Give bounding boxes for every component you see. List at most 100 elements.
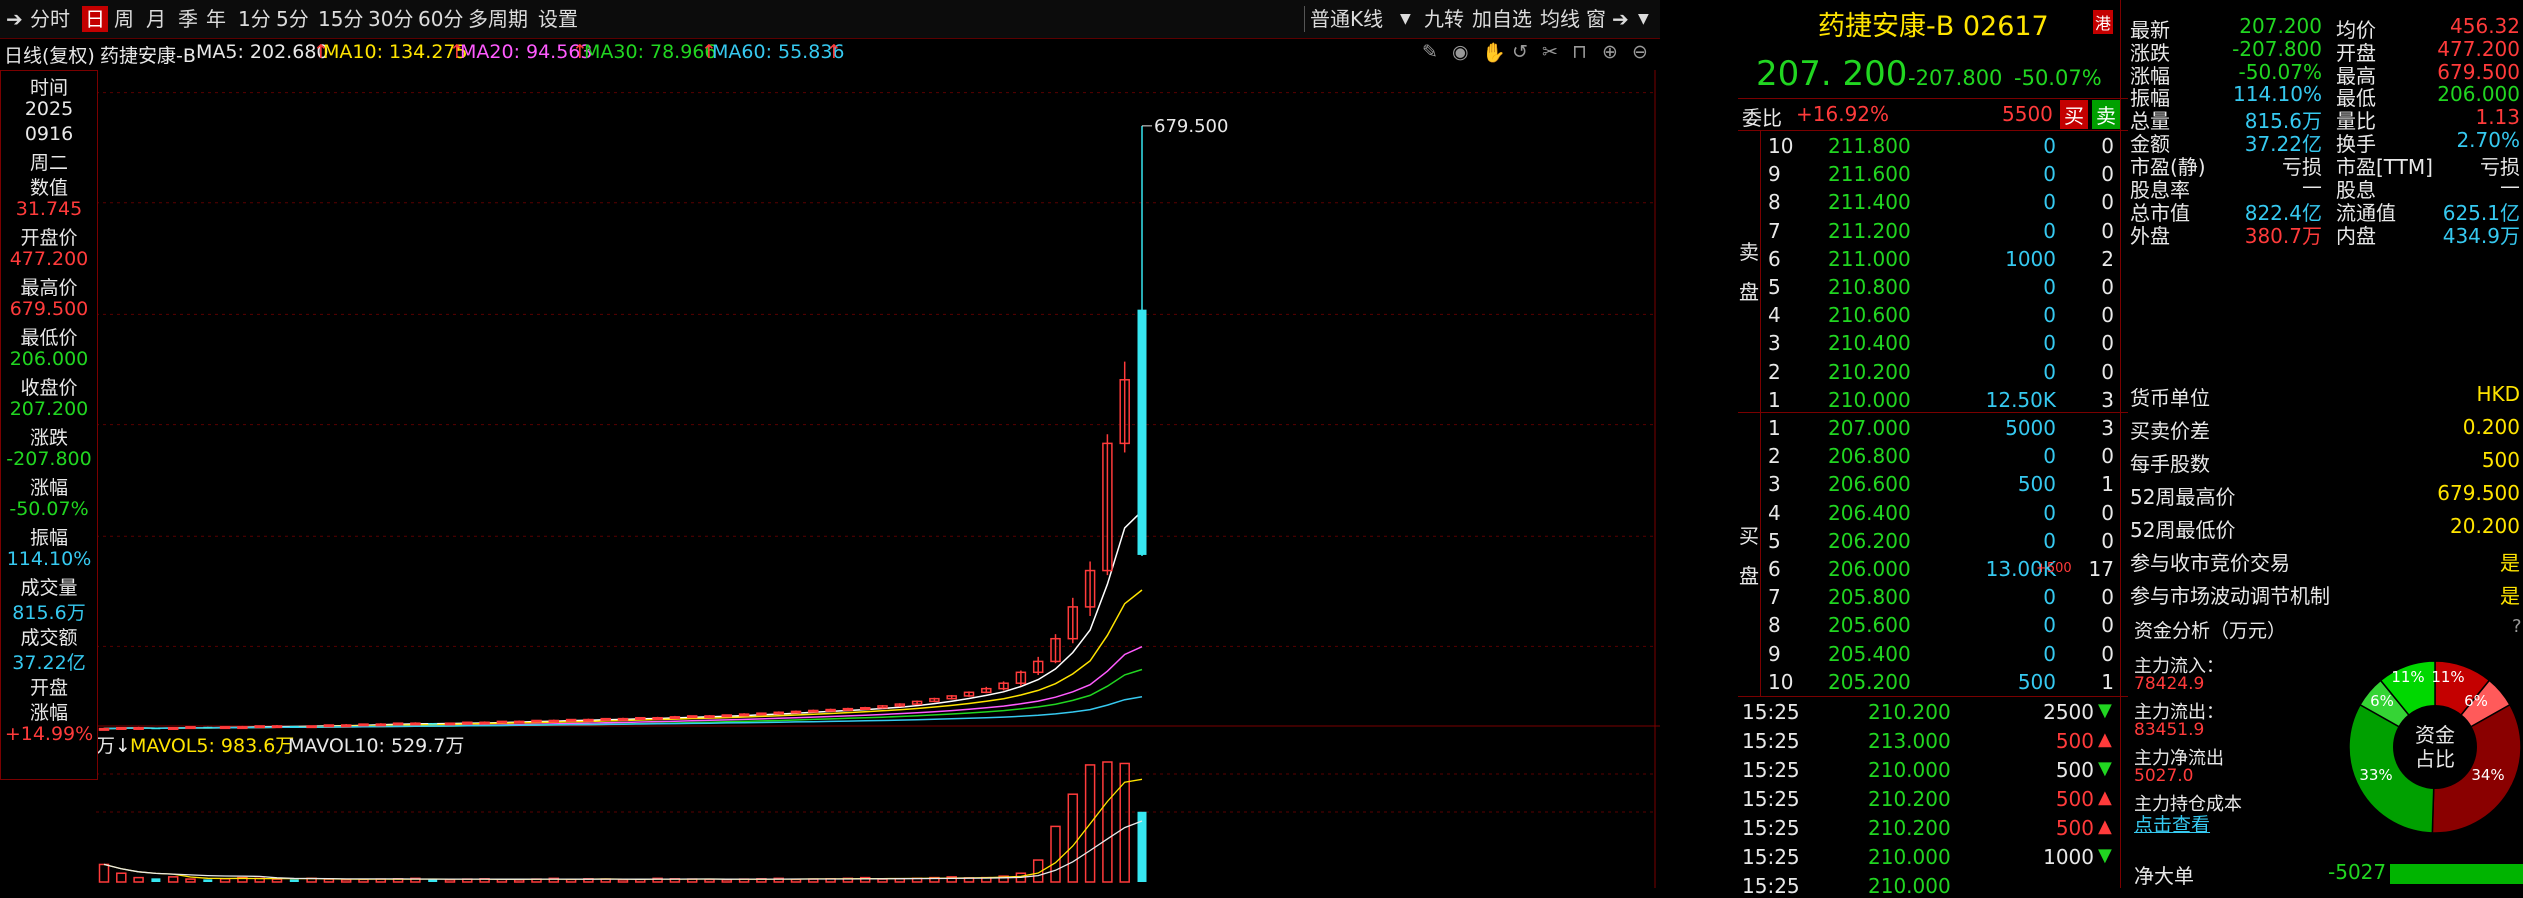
bid-volume: 0: [2043, 500, 2056, 525]
candle-body: [462, 721, 473, 725]
period-tab-9[interactable]: 30分: [368, 6, 413, 32]
ask-price: 210.800: [1828, 275, 1911, 299]
volume-bar: [219, 878, 231, 883]
period-tab-2[interactable]: 周: [114, 6, 134, 32]
hand-icon[interactable]: ✋: [1482, 41, 1506, 64]
ask-price: 211.000: [1828, 246, 1911, 271]
volume-bar: [185, 878, 196, 883]
back-icon[interactable]: ➔: [6, 6, 23, 32]
period-tab-0[interactable]: 分时: [30, 6, 70, 32]
toolbar-window[interactable]: 窗: [1586, 6, 1606, 32]
chevron-down-icon[interactable]: ▼: [1400, 6, 1411, 32]
bid-price: 207.000: [1828, 416, 1911, 440]
period-tab-8[interactable]: 15分: [318, 6, 363, 32]
info-row-label: 参与市场波动调节机制: [2130, 584, 2330, 608]
bid-volume: 0: [2043, 641, 2056, 666]
stat-value: 206.000: [2437, 82, 2520, 107]
period-tab-12[interactable]: 设置: [538, 6, 578, 32]
pie-center-2: 占比: [2415, 747, 2455, 771]
bid-price: 206.600: [1828, 472, 1911, 497]
eye-icon[interactable]: ◉: [1452, 41, 1469, 63]
ask-volume: 12.50K: [1985, 387, 2056, 412]
pie-label: 11%: [2391, 668, 2424, 686]
mavol-line-5: [103, 778, 1143, 881]
pen-icon[interactable]: ✎: [1422, 41, 1438, 63]
ktype-select[interactable]: 普通K线: [1310, 6, 1383, 32]
bid-level: 8: [1768, 613, 1781, 638]
info-label-1: 数值: [29, 177, 68, 199]
period-tab-4[interactable]: 季: [178, 6, 198, 32]
stat-value: —: [2500, 174, 2520, 199]
ask-level: 3: [1768, 331, 1781, 356]
bid-count: 1: [2101, 669, 2114, 694]
candle-body: [583, 718, 594, 722]
arrow-right-icon[interactable]: ➔: [1612, 6, 1629, 32]
bid-volume: 500: [2017, 669, 2056, 694]
fund-link[interactable]: 点击查看: [2134, 810, 2210, 837]
stat-value: 114.10%: [2233, 82, 2322, 107]
lock-icon[interactable]: ⊓: [1572, 41, 1587, 63]
info-label-11: 开盘: [29, 677, 68, 699]
ma10-label: MA10: 134.275: [323, 41, 468, 63]
info-value-0: 2025: [24, 98, 74, 120]
toolbar-add-favorite[interactable]: 加自选: [1472, 6, 1532, 32]
ask-price: 210.200: [1828, 359, 1911, 384]
candle-body: [513, 720, 525, 724]
volume-bar: [271, 878, 283, 883]
info-row-label: 买卖价差: [2130, 419, 2210, 443]
period-tab-7[interactable]: 5分: [276, 6, 309, 32]
crosshair-info-panel: 时间 2025 0916 周二 数值 31.745 开盘价 477.200 最高价 679.500…: [0, 70, 98, 780]
stat-value: -207.800: [2232, 36, 2322, 61]
kline-chart[interactable]: 679.500 716.128594.866471.943350.681227.…: [0, 70, 1660, 888]
ask-count: 0: [2101, 303, 2114, 328]
chevron-down-icon[interactable]: ▼: [1638, 6, 1649, 32]
scissors-icon[interactable]: ✂: [1542, 41, 1558, 63]
bid-level: 7: [1768, 585, 1781, 610]
info-value-9: 815.6万: [12, 602, 86, 624]
weibi-value: +16.92%: [1796, 102, 1890, 126]
period-tab-3[interactable]: 月: [146, 6, 166, 32]
stat-value: -50.07%: [2238, 59, 2322, 84]
bid-level: 4: [1768, 500, 1781, 525]
pie-label: 33%: [2359, 766, 2392, 784]
candle-body: [133, 726, 144, 730]
bid-volume: 0: [2043, 528, 2056, 553]
mavol10-label: MAVOL10: 529.7万: [288, 735, 464, 757]
ask-level: 4: [1768, 303, 1781, 328]
bid-volume: 500: [2017, 472, 2056, 497]
fund-value: 78424.9: [2134, 674, 2205, 694]
ask-volume: 0: [2043, 331, 2056, 356]
toolbar-ma[interactable]: 均线: [1540, 6, 1580, 32]
candle-body: [721, 714, 733, 718]
bid-level: 3: [1768, 472, 1781, 497]
buy-button[interactable]: 买: [2060, 100, 2088, 129]
bid-level: 10: [1768, 669, 1794, 694]
sell-label-2: 盘: [1739, 280, 1759, 304]
sell-button[interactable]: 卖: [2092, 100, 2120, 129]
bid-count: 1: [2101, 472, 2114, 497]
period-tab-6[interactable]: 1分: [238, 6, 271, 32]
zoom-out-icon[interactable]: ⊖: [1632, 41, 1648, 63]
period-tab-1[interactable]: 日: [82, 6, 108, 32]
candle-body: [859, 706, 871, 710]
info-value3-0: 周二: [29, 152, 68, 174]
toolbar-jiuzhuan[interactable]: 九转: [1424, 6, 1464, 32]
period-tab-10[interactable]: 60分: [418, 6, 463, 32]
candle-body: [444, 722, 456, 726]
period-tab-5[interactable]: 年: [206, 6, 226, 32]
info-label-10: 成交额: [20, 627, 78, 649]
info-label-7: 涨幅: [29, 477, 68, 499]
info-value-8: 114.10%: [6, 548, 92, 570]
info-label-8: 振幅: [29, 527, 68, 549]
candle-body: [203, 726, 213, 729]
tick-price: 210.000: [1868, 758, 1951, 782]
tick-volume: 500: [2055, 758, 2094, 782]
undo-icon[interactable]: ↺: [1512, 41, 1528, 63]
tick-volume: 2500: [2043, 700, 2094, 724]
zoom-in-icon[interactable]: ⊕: [1602, 41, 1618, 63]
arrow-down-icon: ▼: [2098, 845, 2112, 866]
hk-badge: 港: [2093, 10, 2114, 34]
bid-count: 0: [2101, 613, 2114, 638]
bid-volume: 5000: [2005, 416, 2056, 440]
period-tab-11[interactable]: 多周期: [468, 6, 528, 32]
